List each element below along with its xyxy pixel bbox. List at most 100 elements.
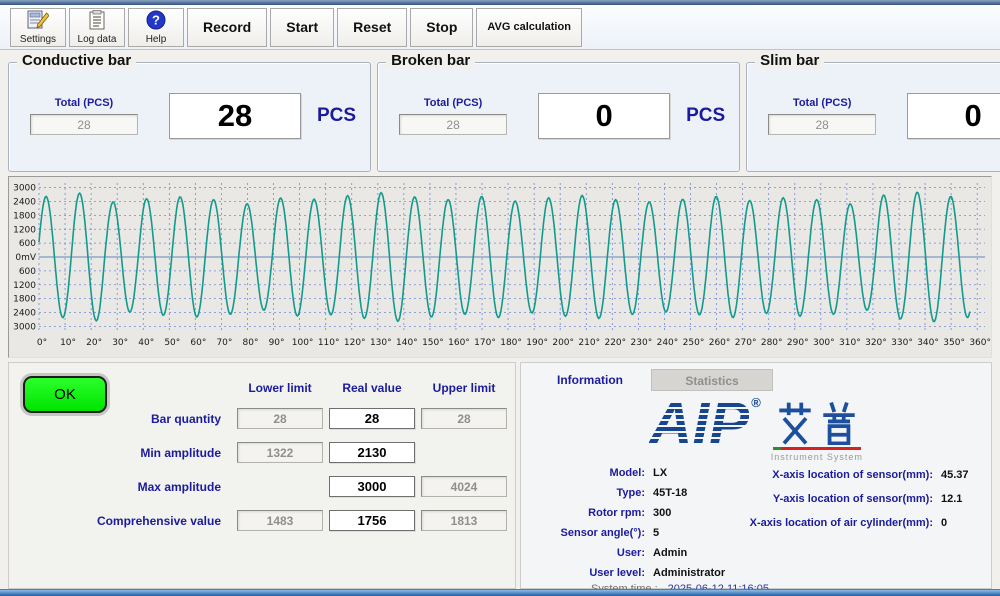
svg-text:150°: 150° xyxy=(422,338,444,348)
info-field: User level:Administrator xyxy=(527,563,725,583)
svg-text:360°: 360° xyxy=(969,338,991,348)
svg-text:190°: 190° xyxy=(526,338,548,348)
toolbar-button-label: Start xyxy=(286,19,318,35)
svg-text:260°: 260° xyxy=(709,338,731,348)
count-display: 0 xyxy=(538,93,670,139)
svg-text:100°: 100° xyxy=(292,338,314,348)
limits-real-input[interactable] xyxy=(329,476,415,497)
limits-lower-input[interactable] xyxy=(237,408,323,429)
toolbar-button-start[interactable]: Start xyxy=(270,8,334,47)
cjk-glyphs-icon xyxy=(776,401,858,445)
limits-row-label: Min amplitude xyxy=(59,446,231,460)
info-field: X-axis location of air cylinder(mm):0 xyxy=(671,511,969,535)
limits-cell-empty xyxy=(237,476,323,497)
total-input[interactable] xyxy=(30,114,138,135)
svg-text:130°: 130° xyxy=(370,338,392,348)
svg-text:0mV: 0mV xyxy=(15,253,36,263)
app-window: Settings Log data?Help Record Start Reset Sto… xyxy=(0,0,1000,596)
svg-text:40°: 40° xyxy=(138,338,154,348)
limits-real-input[interactable] xyxy=(329,510,415,531)
limits-cell-empty xyxy=(421,442,507,463)
log-data-icon xyxy=(88,10,106,33)
panel-body: Total (PCS)28PCS xyxy=(9,63,370,139)
svg-text:70°: 70° xyxy=(216,338,232,348)
info-field-label: Rotor rpm: xyxy=(527,507,645,519)
svg-text:600: 600 xyxy=(19,267,36,277)
toolbar-button-avg-calculation[interactable]: AVG calculation xyxy=(476,8,582,47)
info-field-label: Y-axis location of sensor(mm): xyxy=(671,493,933,505)
svg-text:10°: 10° xyxy=(60,338,76,348)
registered-mark-icon: ® xyxy=(751,395,761,410)
limits-upper-input[interactable] xyxy=(421,510,507,531)
svg-text:340°: 340° xyxy=(917,338,939,348)
tab-information[interactable]: Information xyxy=(529,369,651,391)
info-field-label: X-axis location of sensor(mm): xyxy=(671,469,933,481)
total-label: Total (PCS) xyxy=(793,97,851,109)
svg-text:220°: 220° xyxy=(604,338,626,348)
svg-text:160°: 160° xyxy=(448,338,470,348)
total-label: Total (PCS) xyxy=(55,97,113,109)
svg-text:290°: 290° xyxy=(787,338,809,348)
waveform-svg: 0°10°20°30°40°50°60°70°80°90°100°110°120… xyxy=(9,177,991,357)
svg-text:180°: 180° xyxy=(500,338,522,348)
panel-body: Total (PCS)0PCS xyxy=(747,63,1000,139)
svg-text:2400: 2400 xyxy=(13,309,36,319)
logo-subtitle: Instrument System xyxy=(771,452,863,462)
toolbar-button-stop[interactable]: Stop xyxy=(410,8,473,47)
info-field: Y-axis location of sensor(mm): 12.1 xyxy=(671,487,969,511)
total-label: Total (PCS) xyxy=(424,97,482,109)
tab-statistics[interactable]: Statistics xyxy=(651,369,773,391)
toolbar-button-log-data[interactable]: Log data xyxy=(69,8,125,47)
svg-text:140°: 140° xyxy=(396,338,418,348)
toolbar-button-record[interactable]: Record xyxy=(187,8,267,47)
help-icon: ? xyxy=(146,10,166,33)
svg-text:60°: 60° xyxy=(190,338,206,348)
svg-text:170°: 170° xyxy=(474,338,496,348)
limits-real-input[interactable] xyxy=(329,442,415,463)
svg-text:0°: 0° xyxy=(37,338,47,348)
info-field-value: 12.1 xyxy=(941,493,962,505)
toolbar-button-reset[interactable]: Reset xyxy=(337,8,407,47)
limits-table: Lower limitReal valueUpper limitBar quan… xyxy=(59,381,507,531)
info-field-value: Admin xyxy=(653,547,687,559)
info-field: User: Admin xyxy=(527,543,725,563)
limits-real-input[interactable] xyxy=(329,408,415,429)
info-field-label: Sensor angle(°): xyxy=(527,527,645,539)
svg-text:3000: 3000 xyxy=(13,184,36,194)
svg-text:90°: 90° xyxy=(269,338,285,348)
limits-lower-input[interactable] xyxy=(237,510,323,531)
info-fields-right: X-axis location of sensor(mm):45.37Y-axi… xyxy=(671,463,969,535)
toolbar: Settings Log data?Help Record Start Reset Sto… xyxy=(0,5,1000,50)
waveform-chart: 0°10°20°30°40°50°60°70°80°90°100°110°120… xyxy=(8,176,992,358)
limits-upper-input[interactable] xyxy=(421,408,507,429)
toolbar-button-help[interactable]: ?Help xyxy=(128,8,184,47)
info-field-label: User level: xyxy=(527,567,645,579)
panel-title: Slim bar xyxy=(755,52,824,69)
counter-panels: Conductive barTotal (PCS)28PCSBroken bar… xyxy=(0,54,1000,172)
svg-text:1800: 1800 xyxy=(13,211,36,221)
count-display: 0 xyxy=(907,93,1000,139)
svg-text:200°: 200° xyxy=(552,338,574,348)
total-input[interactable] xyxy=(768,114,876,135)
svg-text:1200: 1200 xyxy=(13,281,36,291)
total-input[interactable] xyxy=(399,114,507,135)
svg-text:120°: 120° xyxy=(344,338,366,348)
info-field-label: Type: xyxy=(527,487,645,499)
svg-text:350°: 350° xyxy=(943,338,965,348)
aip-logo-cjk: 艾普 Instrument System xyxy=(771,401,863,462)
toolbar-button-settings[interactable]: Settings xyxy=(10,8,66,47)
unit-label: PCS xyxy=(686,105,725,127)
svg-text:240°: 240° xyxy=(657,338,679,348)
limits-upper-input[interactable] xyxy=(421,476,507,497)
total-column: Total (PCS) xyxy=(25,97,143,135)
toolbar-button-label: Settings xyxy=(20,34,56,45)
info-field-value: 5 xyxy=(653,527,659,539)
info-field-label: X-axis location of air cylinder(mm): xyxy=(671,517,933,529)
toolbar-button-label: Reset xyxy=(353,19,391,35)
toolbar-button-label: Record xyxy=(203,19,251,35)
svg-text:2400: 2400 xyxy=(13,198,36,208)
limits-lower-input[interactable] xyxy=(237,442,323,463)
info-field-label: User: xyxy=(527,547,645,559)
svg-text:280°: 280° xyxy=(761,338,783,348)
limits-header: Lower limit xyxy=(237,381,323,395)
